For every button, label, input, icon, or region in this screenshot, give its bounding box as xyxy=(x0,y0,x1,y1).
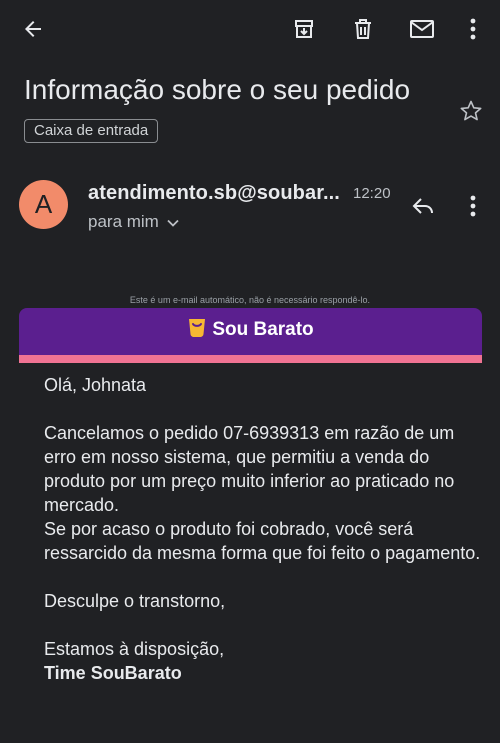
chevron-down-icon xyxy=(167,210,179,234)
reply-icon xyxy=(411,194,435,218)
star-button[interactable] xyxy=(456,96,486,126)
inbox-label-chip[interactable]: Caixa de entrada xyxy=(24,119,159,143)
back-button[interactable] xyxy=(18,14,48,44)
recipient-toggle[interactable]: para mim xyxy=(88,210,179,234)
more-vert-icon xyxy=(470,18,476,40)
greeting: Olá, Johnata xyxy=(44,375,147,395)
email-time: 12:20 xyxy=(353,185,391,202)
message-more-button[interactable] xyxy=(458,191,488,221)
cancellation-paragraph: Cancelamos o pedido 07-6939313 em razão … xyxy=(44,423,455,515)
recipient-label: para mim xyxy=(88,212,159,231)
brand-name: Sou Barato xyxy=(212,318,314,340)
closing-text: Estamos à disposição, xyxy=(44,639,225,659)
archive-icon xyxy=(292,17,316,41)
archive-button[interactable] xyxy=(289,14,319,44)
email-subject: Informação sobre o seu pedido xyxy=(24,74,411,105)
sender-address[interactable]: atendimento.sb@soubar... xyxy=(88,180,340,206)
trash-icon xyxy=(351,17,375,41)
refund-paragraph: Se por acaso o produto foi cobrado, você… xyxy=(44,519,481,563)
signature: Time SouBarato xyxy=(44,663,182,683)
mail-icon xyxy=(409,17,435,41)
apology-text: Desculpe o transtorno, xyxy=(44,591,226,611)
brand-logo: Sou Barato xyxy=(187,316,314,343)
star-outline-icon xyxy=(459,99,483,123)
more-options-button[interactable] xyxy=(458,14,488,44)
brand-banner: Sou Barato xyxy=(19,308,482,355)
banner-stripe xyxy=(19,355,482,363)
arrow-left-icon xyxy=(21,17,45,41)
mark-unread-button[interactable] xyxy=(407,14,437,44)
email-body: Olá, Johnata Cancelamos o pedido 07-6939… xyxy=(44,373,484,685)
automatic-email-notice: Este é um e-mail automático, não é neces… xyxy=(129,295,371,305)
delete-button[interactable] xyxy=(348,14,378,44)
avatar[interactable]: A xyxy=(19,180,68,229)
more-vert-icon xyxy=(470,195,476,217)
shopping-bag-logo-icon xyxy=(187,316,207,343)
reply-button[interactable] xyxy=(408,191,438,221)
